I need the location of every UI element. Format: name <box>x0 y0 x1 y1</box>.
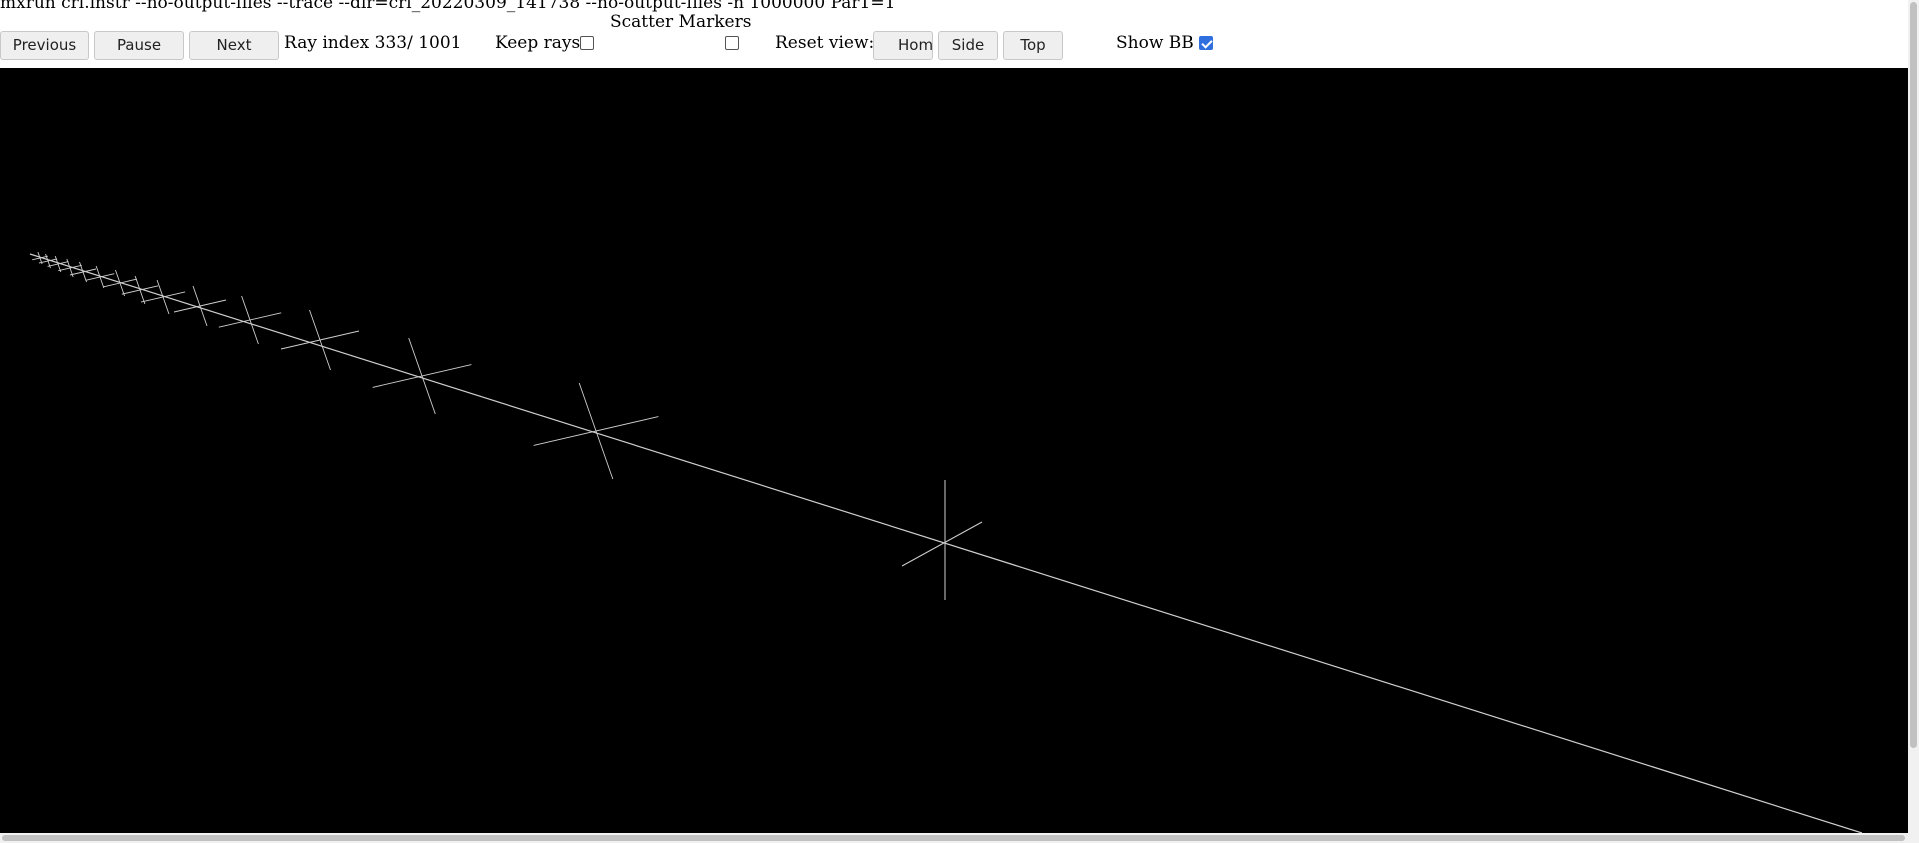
scatter-markers-checkbox[interactable] <box>725 36 739 50</box>
next-button[interactable]: Next <box>189 31 279 60</box>
show-bb-checkbox[interactable] <box>1199 36 1213 50</box>
ray-trace-canvas <box>29 251 1863 834</box>
top-view-button[interactable]: Top <box>1003 31 1063 60</box>
vertical-scrollbar[interactable] <box>1908 0 1919 843</box>
scatter-markers-label: Scatter Markers <box>610 12 752 32</box>
3d-trace-viewport[interactable] <box>0 68 1908 834</box>
previous-button[interactable]: Previous <box>0 31 89 60</box>
reset-view-label: Reset view: <box>775 33 875 53</box>
show-bb-label: Show BB <box>1116 33 1194 53</box>
component-marker-12 <box>372 364 472 388</box>
component-marker-10 <box>218 312 282 328</box>
horizontal-scrollbar[interactable] <box>0 833 1908 843</box>
trace-viewer-page: mxrun crl.instr --no-output-files --trac… <box>0 0 1919 843</box>
home-view-button[interactable]: Home <box>873 31 933 60</box>
vertical-scrollbar-thumb[interactable] <box>1910 2 1917 748</box>
horizontal-scrollbar-thumb[interactable] <box>2 835 1905 841</box>
keep-rays-label: Keep rays <box>495 33 581 53</box>
component-marker-near-diagonal <box>901 521 983 567</box>
pause-button[interactable]: Pause <box>94 31 184 60</box>
component-marker-13 <box>533 416 659 446</box>
component-marker-11 <box>280 330 360 350</box>
keep-rays-checkbox[interactable] <box>580 36 594 50</box>
command-line-text: mxrun crl.instr --no-output-files --trac… <box>0 0 896 13</box>
ray-path <box>29 253 1863 834</box>
side-view-button[interactable]: Side <box>938 31 998 60</box>
ray-index-label: Ray index 333/ 1001 <box>284 33 462 53</box>
toolbar: mxrun crl.instr --no-output-files --trac… <box>0 0 1919 68</box>
